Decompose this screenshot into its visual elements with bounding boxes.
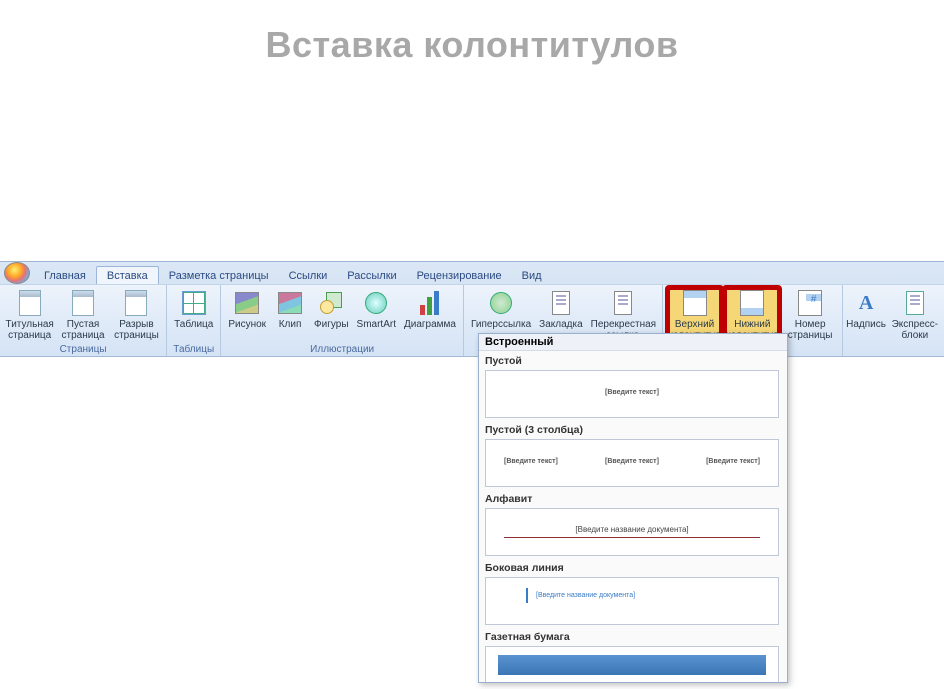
page-break-button[interactable]: Разрыв страницы bbox=[111, 287, 162, 343]
ribbon-tabs: Главная Вставка Разметка страницы Ссылки… bbox=[0, 262, 944, 284]
quickparts-button[interactable]: Экспресс-блоки bbox=[887, 287, 943, 343]
shapes-icon bbox=[317, 289, 345, 317]
gallery-item-title: Пустой (3 столбца) bbox=[485, 424, 779, 436]
bookmark-button[interactable]: Закладка bbox=[536, 287, 585, 332]
crossref-icon bbox=[609, 289, 637, 317]
placeholder-text: [Введите текст] bbox=[504, 458, 558, 465]
gallery-preview: [Введите текст] bbox=[485, 370, 779, 418]
pagenum-icon bbox=[796, 289, 824, 317]
header-icon bbox=[681, 289, 709, 317]
smartart-icon bbox=[362, 289, 390, 317]
label: Разрыв страницы bbox=[114, 319, 159, 341]
table-icon bbox=[180, 289, 208, 317]
label: Рисунок bbox=[228, 319, 266, 330]
hyperlink-button[interactable]: Гиперссылка bbox=[468, 287, 534, 332]
label: Номер страницы bbox=[785, 319, 835, 341]
shapes-button[interactable]: Фигуры bbox=[311, 287, 351, 332]
chart-icon bbox=[416, 289, 444, 317]
clipart-button[interactable]: Клип bbox=[271, 287, 309, 332]
gallery-preview: [Введите название документа] bbox=[485, 577, 779, 625]
group-tables: Таблица Таблицы bbox=[167, 285, 221, 356]
textbox-icon: A bbox=[852, 289, 880, 317]
placeholder-text: [Введите название документа] bbox=[504, 525, 760, 538]
picture-icon bbox=[233, 289, 261, 317]
office-button[interactable] bbox=[4, 262, 30, 284]
chart-button[interactable]: Диаграмма bbox=[401, 287, 459, 332]
page-break-icon bbox=[122, 289, 150, 317]
gallery-item-title: Боковая линия bbox=[485, 562, 779, 574]
label: Фигуры bbox=[314, 319, 348, 330]
title-page-button[interactable]: Титульная страница bbox=[4, 287, 55, 343]
gallery-item-sideline[interactable]: Боковая линия [Введите название документ… bbox=[479, 558, 785, 627]
group-label: Страницы bbox=[4, 343, 162, 356]
gallery-scroll[interactable]: Пустой [Введите текст] Пустой (3 столбца… bbox=[479, 351, 787, 682]
label: Титульная страница bbox=[6, 319, 54, 341]
clipart-icon bbox=[276, 289, 304, 317]
quickparts-icon bbox=[901, 289, 929, 317]
ribbon-body: Титульная страница Пустая страница Разры… bbox=[0, 284, 944, 356]
group-text: A Надпись Экспресс-блоки A WordArt A Бук… bbox=[843, 285, 944, 356]
label: Надпись bbox=[846, 319, 886, 330]
tab-mailings[interactable]: Рассылки bbox=[337, 267, 406, 284]
label: Закладка bbox=[539, 319, 582, 330]
group-pages: Титульная страница Пустая страница Разры… bbox=[0, 285, 167, 356]
tab-view[interactable]: Вид bbox=[512, 267, 552, 284]
header-gallery: Встроенный Пустой [Введите текст] Пустой… bbox=[478, 333, 788, 683]
tab-home[interactable]: Главная bbox=[34, 267, 96, 284]
tab-page-layout[interactable]: Разметка страницы bbox=[159, 267, 279, 284]
textbox-button[interactable]: A Надпись bbox=[847, 287, 885, 332]
label: Диаграмма bbox=[404, 319, 456, 330]
gallery-item-title: Пустой bbox=[485, 355, 779, 367]
label: Экспресс-блоки bbox=[890, 319, 940, 341]
blank-page-button[interactable]: Пустая страница bbox=[57, 287, 108, 343]
label: SmartArt bbox=[357, 319, 396, 330]
gallery-item-newsprint[interactable]: Газетная бумага bbox=[479, 627, 785, 682]
group-label: Текст bbox=[847, 357, 944, 370]
label: Пустая страница bbox=[60, 319, 105, 341]
label: Таблица bbox=[174, 319, 213, 330]
gallery-item-pustoy[interactable]: Пустой [Введите текст] bbox=[479, 351, 785, 420]
gallery-section-header: Встроенный bbox=[479, 334, 787, 351]
gallery-preview: [Введите текст] [Введите текст] [Введите… bbox=[485, 439, 779, 487]
gallery-item-title: Газетная бумага bbox=[485, 631, 779, 643]
gallery-item-alphabet[interactable]: Алфавит [Введите название документа] bbox=[479, 489, 785, 558]
page-icon bbox=[69, 289, 97, 317]
newsbar bbox=[498, 655, 766, 675]
tab-references[interactable]: Ссылки bbox=[279, 267, 338, 284]
tab-review[interactable]: Рецензирование bbox=[407, 267, 512, 284]
gallery-item-3col[interactable]: Пустой (3 столбца) [Введите текст] [Введ… bbox=[479, 420, 785, 489]
label: Гиперссылка bbox=[471, 319, 531, 330]
footer-icon bbox=[738, 289, 766, 317]
smartart-button[interactable]: SmartArt bbox=[354, 287, 399, 332]
picture-button[interactable]: Рисунок bbox=[225, 287, 269, 332]
gallery-preview: [Введите название документа] bbox=[485, 508, 779, 556]
gallery-preview bbox=[485, 646, 779, 682]
group-illustrations: Рисунок Клип Фигуры SmartArt Диаграмма bbox=[221, 285, 464, 356]
label: Клип bbox=[279, 319, 302, 330]
placeholder-text: [Введите название документа] bbox=[526, 588, 738, 603]
tab-insert[interactable]: Вставка bbox=[96, 266, 159, 284]
placeholder-text: [Введите текст] bbox=[706, 458, 760, 465]
page-title: Вставка колонтитулов bbox=[0, 24, 944, 66]
bookmark-icon bbox=[547, 289, 575, 317]
globe-icon bbox=[487, 289, 515, 317]
ribbon: Главная Вставка Разметка страницы Ссылки… bbox=[0, 261, 944, 357]
table-button[interactable]: Таблица bbox=[171, 287, 216, 332]
placeholder-text: [Введите текст] bbox=[504, 389, 760, 396]
pagenum-button[interactable]: Номер страницы bbox=[782, 287, 838, 343]
page-icon bbox=[16, 289, 44, 317]
group-label: Иллюстрации bbox=[225, 343, 459, 356]
placeholder-text: [Введите текст] bbox=[605, 458, 659, 465]
gallery-item-title: Алфавит bbox=[485, 493, 779, 505]
group-label: Таблицы bbox=[171, 343, 216, 356]
